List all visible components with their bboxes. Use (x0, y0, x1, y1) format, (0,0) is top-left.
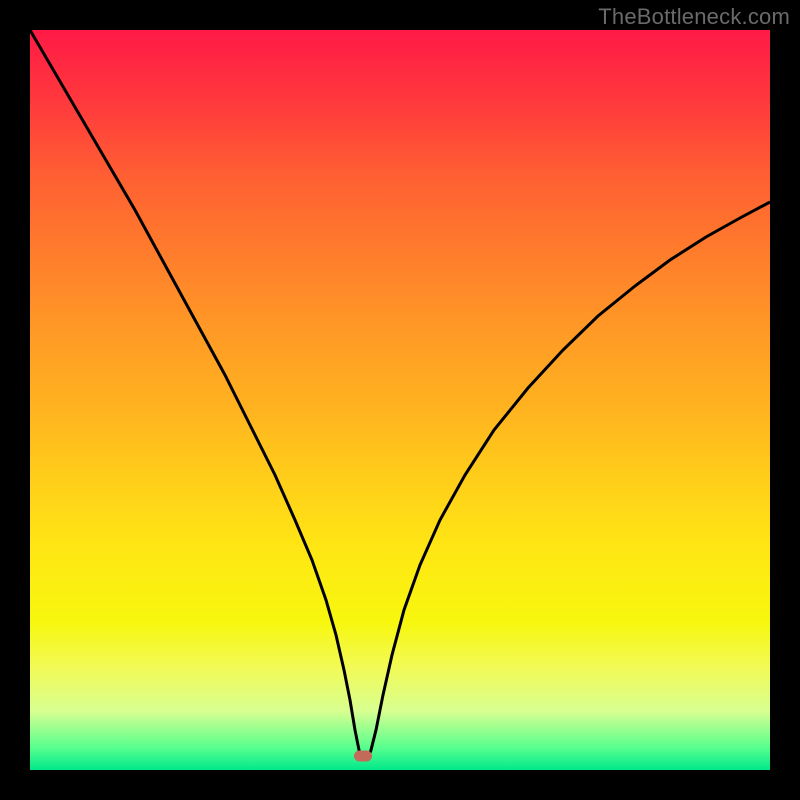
optimal-point-marker (354, 751, 372, 762)
curve-svg (30, 30, 770, 770)
watermark-text: TheBottleneck.com (598, 4, 790, 30)
bottleneck-curve (30, 30, 770, 758)
plot-area (30, 30, 770, 770)
chart-root: TheBottleneck.com (0, 0, 800, 800)
